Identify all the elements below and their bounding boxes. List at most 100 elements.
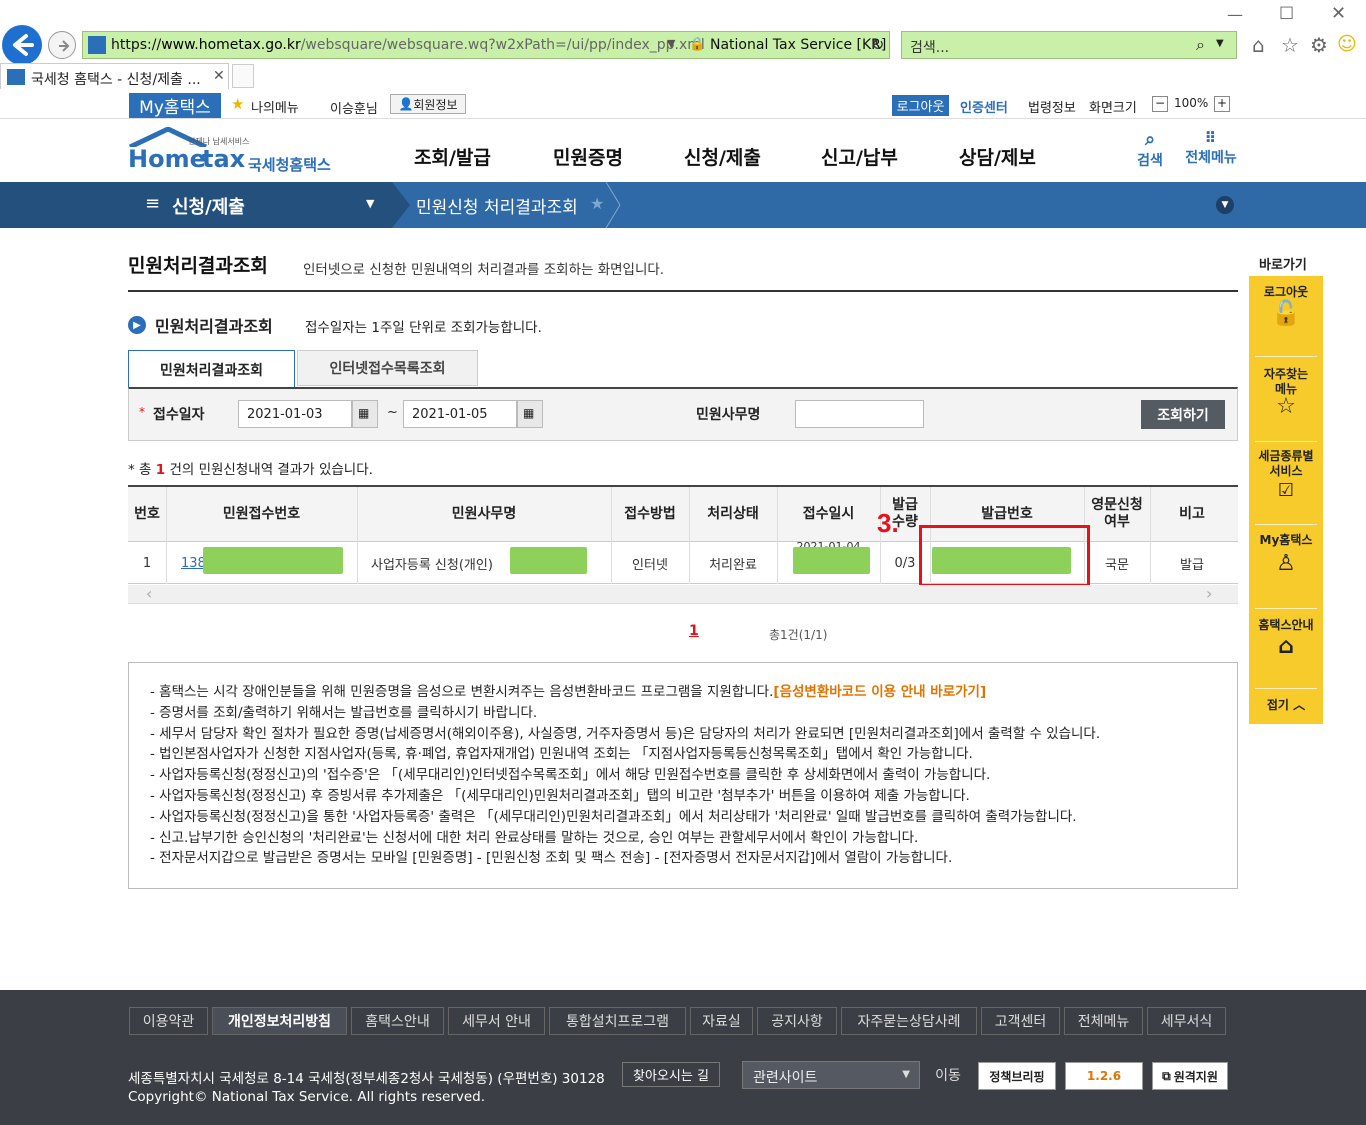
tab-favicon — [7, 69, 25, 85]
calendar-to-button[interactable]: ▦ — [517, 400, 543, 428]
minimize-icon[interactable]: — — [1227, 5, 1243, 24]
footer-link-customer[interactable]: 고객센터 — [981, 1007, 1060, 1035]
footer-link-guide[interactable]: 홈택스안내 — [351, 1007, 444, 1035]
gear-icon[interactable]: ⚙ — [1310, 33, 1328, 57]
col-divider — [777, 487, 778, 584]
logo-sub: 국세청홈택스 — [248, 156, 331, 174]
date-from-input[interactable]: 2021-01-03 — [238, 400, 352, 428]
policy-briefing-badge[interactable]: 정책브리핑 — [978, 1062, 1056, 1090]
favorite-star-icon[interactable]: ★ — [590, 194, 604, 213]
gnb-menu-consult[interactable]: 상담/제보 — [959, 143, 1036, 170]
search-submit-button[interactable]: 조회하기 — [1141, 400, 1225, 429]
footer-link-archive[interactable]: 자료실 — [690, 1007, 753, 1035]
footer-link-notice[interactable]: 공지사항 — [757, 1007, 837, 1035]
quick-separator — [1255, 688, 1317, 689]
quick-separator — [1255, 608, 1317, 609]
footer-address: 세종특별자치시 국세청로 8-14 국세청(정부세종2청사 국세청동) (우편번… — [128, 1071, 605, 1087]
magnifier-icon: ⌕ — [1144, 129, 1156, 150]
scroll-right-icon[interactable]: › — [1206, 584, 1212, 603]
footer-link-faq[interactable]: 자주묻는상담사례 — [841, 1007, 977, 1035]
all-menu-button[interactable]: ⠿ 전체메뉴 — [1180, 129, 1242, 167]
refresh-icon[interactable]: ↻ — [871, 35, 884, 54]
back-button[interactable] — [2, 25, 42, 65]
my-menu-link[interactable]: 나의메뉴 — [251, 97, 299, 116]
tab-result[interactable]: 민원처리결과조회 — [128, 350, 295, 388]
quick-collapse-button[interactable]: 접기 ︿ — [1249, 698, 1323, 713]
col-header-method: 접수방법 — [624, 505, 676, 522]
site-identity[interactable]: National Tax Service [KR] — [710, 37, 886, 53]
law-info-link[interactable]: 법령정보 — [1028, 97, 1076, 116]
new-tab-button[interactable] — [232, 64, 254, 88]
name-prefix: 사업자등록 신청(개인) — [371, 557, 493, 573]
col-divider — [689, 487, 690, 584]
quick-separator — [1255, 356, 1317, 357]
dropdown-arrow-icon[interactable]: ▼ — [667, 37, 675, 50]
location-section-selector[interactable]: ≡ 신청/제출 ▼ — [0, 182, 392, 228]
footer-link-installer[interactable]: 통합설치프로그램 — [549, 1007, 686, 1035]
page-number-current[interactable]: 1 — [689, 623, 699, 639]
close-window-icon[interactable]: ✕ — [1331, 3, 1346, 24]
directions-button[interactable]: 찾아오시는 길 — [622, 1062, 720, 1087]
hometax-logo[interactable]: 언제나 납세서비스 Home tax 국세청홈택스 — [128, 127, 338, 177]
bullet-icon: ▶ — [128, 316, 146, 334]
footer-link-all-menu[interactable]: 전체메뉴 — [1064, 1007, 1143, 1035]
quick-tax-service[interactable]: 세금종류별 서비스 ☑ — [1249, 449, 1323, 500]
footer-link-forms[interactable]: 세무서식 — [1147, 1007, 1226, 1035]
scroll-left-icon[interactable]: ‹ — [146, 584, 152, 603]
cert-center-link[interactable]: 인증센터 — [960, 97, 1008, 116]
notice-item: - 법인본점사업자가 신청한 지점사업자(등록, 휴·폐업, 휴업자재개업) 민… — [150, 746, 973, 763]
gnb-menu-inquiry[interactable]: 조회/발급 — [414, 143, 491, 170]
cell-method: 인터넷 — [632, 557, 668, 573]
cell-note: 발급 — [1180, 557, 1204, 573]
star-icon: ★ — [231, 95, 245, 113]
maximize-icon[interactable]: ☐ — [1279, 4, 1294, 24]
calendar-from-button[interactable]: ▦ — [352, 400, 378, 428]
page-desc: 인터넷으로 신청한 민원내역의 처리결과를 조회하는 화면입니다. — [303, 262, 665, 278]
name-label: 민원사무명 — [696, 407, 761, 423]
forward-button[interactable] — [48, 31, 76, 59]
search-dropdown-icon[interactable]: ▼ — [1216, 38, 1224, 49]
col-header-receipt: 민원접수번호 — [222, 505, 301, 522]
logout-button[interactable]: 로그아웃 — [892, 95, 949, 116]
search-icon[interactable]: ⌕ — [1196, 35, 1205, 55]
url-path: /websquare/websquare.wq?w2xPath=/ui/pp/i… — [300, 37, 705, 53]
location-expand-button[interactable]: ▼ — [1216, 196, 1234, 214]
smiley-icon[interactable]: ☺ — [1337, 33, 1357, 55]
browser-search-box[interactable]: 검색... ⌕ ▼ — [901, 31, 1237, 59]
name-input[interactable] — [795, 400, 924, 428]
section-dropdown-icon: ▼ — [366, 197, 375, 210]
address-bar[interactable]: https://www.hometax.go.kr/websquare/webs… — [82, 31, 890, 59]
browser-tab[interactable]: 국세청 홈택스 - 신청/제출 ... ✕ — [0, 63, 229, 89]
gnb-menu-application[interactable]: 신청/제출 — [684, 143, 761, 170]
notice-box: - 홈택스는 시각 장애인분들을 위해 민원증명을 음성으로 변환시켜주는 음성… — [128, 662, 1238, 889]
favorites-star-icon[interactable]: ☆ — [1281, 33, 1299, 57]
date-to-input[interactable]: 2021-01-05 — [403, 400, 517, 428]
related-sites-select[interactable]: 관련사이트 ▼ — [742, 1061, 920, 1089]
member-info-button[interactable]: 👤 회원정보 — [390, 94, 466, 114]
tab-internet-receipt[interactable]: 인터넷접수목록조회 — [297, 350, 478, 386]
go-button[interactable]: 이동 — [924, 1061, 972, 1089]
gnb-menu-certificate[interactable]: 민원증명 — [553, 143, 623, 170]
notice-item: - 세무서 담당자 확인 절차가 필요한 증명(납세증명서(해외이주용), 사실… — [150, 725, 1101, 742]
home-icon[interactable]: ⌂ — [1252, 33, 1265, 57]
footer-link-office[interactable]: 세무서 안내 — [448, 1007, 545, 1035]
call-126-badge[interactable]: 1.2.6 — [1065, 1062, 1143, 1090]
footer-link-privacy[interactable]: 개인정보처리방침 — [212, 1007, 347, 1035]
zoom-out-button[interactable]: − — [1152, 96, 1168, 112]
footer-link-terms[interactable]: 이용약관 — [129, 1007, 208, 1035]
quick-my-hometax[interactable]: My홈택스 ♙ — [1249, 533, 1323, 575]
col-divider — [357, 487, 358, 584]
my-hometax-button[interactable]: My홈택스 — [129, 93, 221, 118]
browser-search-placeholder: 검색... — [910, 40, 950, 56]
zoom-in-button[interactable]: + — [1214, 96, 1230, 112]
horizontal-scrollbar[interactable]: ‹ › — [128, 584, 1238, 604]
quick-frequent-menu[interactable]: 자주찾는 메뉴 ☆ — [1249, 367, 1323, 418]
remote-support-button[interactable]: ⧉ 원격지원 — [1152, 1062, 1228, 1090]
quick-guide[interactable]: 홈택스안내 ⌂ — [1249, 618, 1323, 658]
gnb-menu-report[interactable]: 신고/납부 — [821, 143, 898, 170]
main-navigation: 언제나 납세서비스 Home tax 국세청홈택스 조회/발급 민원증명 신청/… — [0, 119, 1366, 182]
barcode-guide-link[interactable]: [음성변환바코드 이용 안내 바로가기] — [773, 684, 986, 700]
tab-close-icon[interactable]: ✕ — [213, 68, 225, 84]
quick-logout[interactable]: 로그아웃 🔓 — [1249, 285, 1323, 325]
gnb-search-button[interactable]: ⌕ 검색 — [1130, 129, 1170, 170]
